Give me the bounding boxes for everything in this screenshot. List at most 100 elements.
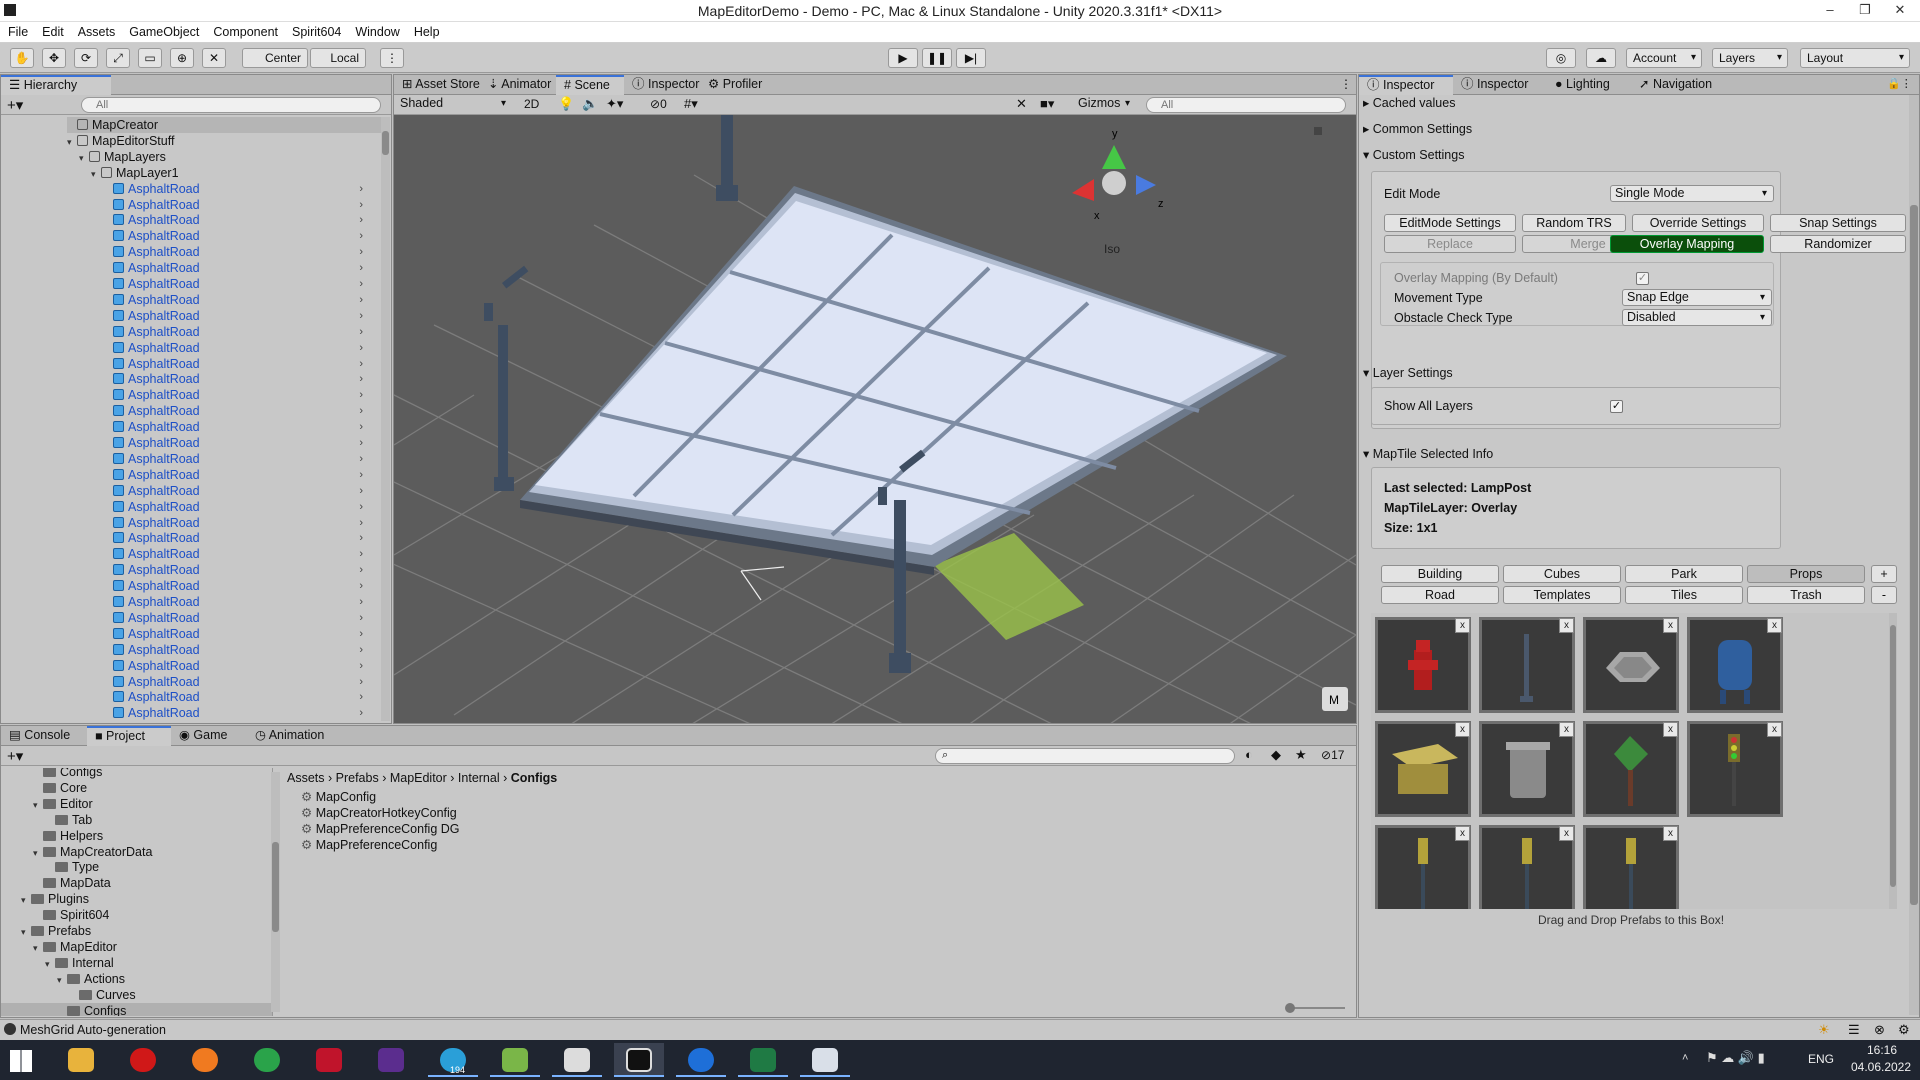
prefab-open-icon[interactable]: › (359, 419, 363, 435)
overlay-default-checkbox[interactable]: ✓ (1636, 272, 1649, 285)
tab-scene[interactable]: # Scene (556, 75, 624, 95)
hidden-packages-icon[interactable]: ⊘17 (1321, 748, 1344, 762)
notification-icon[interactable]: ☰ (1848, 1022, 1860, 1038)
pivot-local-toggle[interactable]: Local (310, 48, 366, 68)
prefab-open-icon[interactable]: › (359, 467, 363, 483)
category-tiles[interactable]: Tiles (1625, 586, 1743, 604)
prefab-open-icon[interactable]: › (359, 451, 363, 467)
prefab-open-icon[interactable]: › (359, 705, 363, 721)
tab-animator[interactable]: ⇣ Animator (480, 75, 556, 95)
taskbar-opera-icon[interactable] (118, 1043, 168, 1077)
hierarchy-item-road[interactable]: AsphaltRoad › (103, 626, 381, 642)
prefab-open-icon[interactable]: › (359, 276, 363, 292)
prefab-open-icon[interactable]: › (359, 530, 363, 546)
taskbar-app-cat-icon[interactable] (366, 1043, 416, 1077)
expand-toggle-icon[interactable]: ▾ (21, 892, 31, 908)
project-tree-scrollbar[interactable] (271, 772, 280, 1012)
account-dropdown[interactable]: Account (1626, 48, 1702, 68)
keyboard-language[interactable]: ENG (1808, 1052, 1834, 1066)
obstacle-check-dropdown[interactable]: Disabled (1622, 309, 1772, 326)
expand-toggle-icon[interactable]: ▾ (33, 797, 43, 813)
hierarchy-item-road[interactable]: AsphaltRoad › (103, 260, 381, 276)
rect-tool-icon[interactable]: ▭ (138, 48, 162, 68)
hierarchy-item-road[interactable]: AsphaltRoad › (103, 499, 381, 515)
taskbar-unity-hub-icon[interactable] (552, 1043, 602, 1077)
prefab-open-icon[interactable]: › (359, 483, 363, 499)
expand-toggle-icon[interactable]: ▾ (21, 924, 31, 940)
breadcrumb-item[interactable]: Assets (287, 771, 325, 785)
category-props[interactable]: Props (1747, 565, 1865, 583)
project-folder[interactable]: Type (45, 859, 272, 875)
section-custom-settings[interactable]: ▾ Custom Settings (1363, 147, 1464, 163)
movement-type-dropdown[interactable]: Snap Edge (1622, 289, 1772, 306)
hierarchy-item[interactable]: ▾ MapLayers (79, 149, 381, 165)
project-folder[interactable]: Helpers (33, 828, 272, 844)
taskbar-firefox-icon[interactable] (180, 1043, 230, 1077)
prefab-open-icon[interactable]: › (359, 387, 363, 403)
category-trash[interactable]: Trash (1747, 586, 1865, 604)
project-folder[interactable]: ▾ MapEditor (33, 939, 272, 955)
expand-toggle-icon[interactable]: ▾ (33, 940, 43, 956)
prefab-open-icon[interactable]: › (359, 356, 363, 372)
project-folder[interactable]: ▾ Prefabs (21, 923, 272, 939)
maximize-button[interactable]: ❐ (1850, 0, 1880, 22)
filter-by-type-icon[interactable]: ◐ (1245, 747, 1253, 762)
remove-prefab-button[interactable]: x (1559, 826, 1574, 841)
hierarchy-item-road[interactable]: AsphaltRoad › (103, 181, 381, 197)
minimize-button[interactable]: – (1815, 0, 1845, 22)
windows-start-icon[interactable] (10, 1050, 32, 1072)
expand-toggle-icon[interactable]: ▾ (67, 134, 77, 150)
tab-lighting[interactable]: ● Lighting (1547, 75, 1631, 95)
tray-icons[interactable]: ⚑ ☁ 🔊 ▮ (1706, 1050, 1765, 1066)
project-file[interactable]: ⚙ MapConfig (301, 789, 376, 805)
layout-dropdown[interactable]: Layout (1800, 48, 1910, 68)
prefab-lamppost[interactable]: x (1479, 617, 1575, 713)
hidden-objects-icon[interactable]: ⊘0 (650, 97, 667, 111)
hierarchy-item-road[interactable]: AsphaltRoad › (103, 515, 381, 531)
project-file[interactable]: ⚙ MapPreferenceConfig DG (301, 821, 460, 837)
project-folder[interactable]: MapData (33, 875, 272, 891)
hierarchy-item-road[interactable]: AsphaltRoad › (103, 228, 381, 244)
taskbar-explorer-icon[interactable] (56, 1043, 106, 1077)
remove-prefab-button[interactable]: x (1767, 618, 1782, 633)
prefab-fire-hydrant[interactable]: x (1375, 617, 1471, 713)
breadcrumb-item[interactable]: MapEditor (390, 771, 447, 785)
menu-component[interactable]: Component (205, 22, 284, 39)
hierarchy-item-road[interactable]: AsphaltRoad › (103, 451, 381, 467)
prefab-open-icon[interactable]: › (359, 689, 363, 705)
clock-time[interactable]: 16:16 (1852, 1043, 1912, 1057)
breadcrumb-item[interactable]: Prefabs (336, 771, 379, 785)
prefab-open-icon[interactable]: › (359, 610, 363, 626)
layers-dropdown[interactable]: Layers (1712, 48, 1788, 68)
hierarchy-item-road[interactable]: AsphaltRoad › (103, 467, 381, 483)
prefab-open-icon[interactable]: › (359, 244, 363, 260)
prefab-open-icon[interactable]: › (359, 228, 363, 244)
prefab-open-icon[interactable]: › (359, 340, 363, 356)
menu-file[interactable]: File (0, 22, 34, 39)
tab-animation[interactable]: ◷ Animation (247, 726, 347, 746)
prefab-open-icon[interactable]: › (359, 594, 363, 610)
panel-menu-icon[interactable]: ⋮ (1340, 77, 1352, 91)
tab-profiler[interactable]: ⚙ Profiler (700, 75, 790, 95)
hierarchy-item-road[interactable]: AsphaltRoad › (103, 642, 381, 658)
lock-icon[interactable] (1314, 127, 1322, 135)
progress-icon[interactable]: ☀ (1818, 1022, 1830, 1038)
hierarchy-item-road[interactable]: AsphaltRoad › (103, 578, 381, 594)
project-folder[interactable]: ▾ Internal (45, 955, 272, 971)
add-category-button[interactable]: + (1871, 565, 1897, 583)
project-add-icon[interactable]: +▾ (7, 747, 23, 765)
remove-prefab-button[interactable]: x (1559, 618, 1574, 633)
hierarchy-item-road[interactable]: AsphaltRoad › (103, 212, 381, 228)
hand-tool-icon[interactable]: ✋ (10, 48, 34, 68)
hierarchy-item-road[interactable]: AsphaltRoad › (103, 546, 381, 562)
hierarchy-item-road[interactable]: AsphaltRoad › (103, 610, 381, 626)
prefab-trash-bin[interactable]: x (1479, 721, 1575, 817)
tab-asset-store[interactable]: ⊞ Asset Store (394, 75, 480, 95)
debug-icon[interactable]: ⊗ (1874, 1022, 1885, 1038)
editmode-settings-button[interactable]: EditMode Settings (1384, 214, 1516, 232)
settings-icon[interactable]: ⚙ (1898, 1022, 1910, 1038)
replace-button[interactable]: Replace (1384, 235, 1516, 253)
pivot-center-toggle[interactable]: Center (242, 48, 308, 68)
clock-date[interactable]: 04.06.2022 (1846, 1060, 1916, 1074)
expand-toggle-icon[interactable]: ▾ (45, 956, 55, 972)
